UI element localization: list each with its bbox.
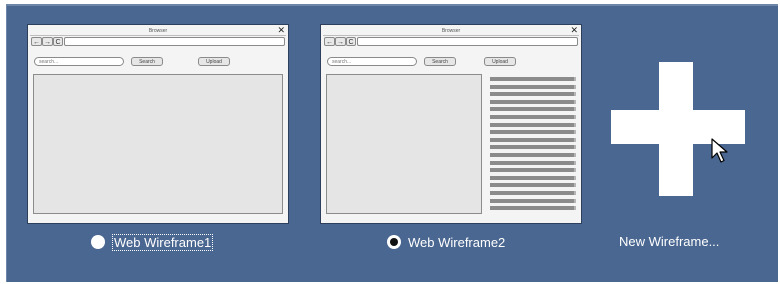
list-line [490, 92, 576, 97]
preview-navbar: ← → C [324, 37, 578, 47]
preview-content-area [33, 74, 283, 214]
forward-arrow-icon: → [42, 37, 53, 46]
list-line [490, 145, 576, 150]
close-icon: ✕ [277, 25, 285, 35]
wireframe-thumbnail-2[interactable]: Browser ✕ ← → C search... Search Upload [320, 24, 582, 224]
preview-search-button: Search [131, 57, 163, 66]
plus-icon[interactable] [611, 62, 745, 196]
preview-browser-title: Browser [441, 28, 461, 34]
preview-search-field: search... [327, 57, 417, 66]
preview-list [490, 77, 576, 214]
close-icon: ✕ [570, 25, 578, 35]
preview-titlebar: Browser ✕ [30, 25, 286, 36]
list-line [490, 130, 576, 135]
preview-navbar: ← → C [31, 37, 285, 47]
list-line [490, 77, 576, 81]
list-line [490, 107, 576, 112]
refresh-icon: C [53, 37, 63, 46]
list-line [490, 168, 576, 173]
new-wireframe-label[interactable]: New Wireframe... [619, 232, 719, 252]
wireframe-option-2[interactable]: Web Wireframe2 [387, 232, 505, 252]
radio-button[interactable] [91, 235, 105, 249]
wireframe-name: Web Wireframe1 [112, 233, 214, 251]
wireframe-gallery: Browser ✕ ← → C search... Search Upload … [6, 4, 778, 282]
preview-browser-title: Browser [148, 28, 168, 34]
refresh-icon: C [346, 37, 356, 46]
list-line [490, 198, 576, 203]
wireframe-thumbnail-1[interactable]: Browser ✕ ← → C search... Search Upload [27, 24, 289, 224]
preview-search-field: search... [34, 57, 124, 66]
list-line [490, 206, 576, 211]
list-line [490, 190, 576, 195]
wireframe-name: Web Wireframe2 [408, 234, 506, 250]
list-line [490, 84, 576, 89]
list-line [490, 122, 576, 127]
preview-search-button: Search [424, 57, 456, 66]
preview-upload-button: Upload [198, 57, 230, 66]
preview-titlebar: Browser ✕ [323, 25, 579, 36]
preview-url-bar [64, 37, 285, 46]
forward-arrow-icon: → [335, 37, 346, 46]
preview-content-area [326, 74, 482, 214]
list-line [490, 114, 576, 119]
back-arrow-icon: ← [324, 37, 335, 46]
preview-upload-button: Upload [484, 57, 516, 66]
mouse-pointer-icon [711, 138, 728, 163]
back-arrow-icon: ← [31, 37, 42, 46]
list-line [490, 183, 576, 188]
list-line [490, 137, 576, 142]
list-line [490, 160, 576, 165]
list-line [490, 152, 576, 157]
wireframe-option-1[interactable]: Web Wireframe1 [91, 232, 214, 252]
preview-url-bar [357, 37, 578, 46]
radio-button-selected[interactable] [387, 235, 401, 249]
list-line [490, 99, 576, 104]
list-line [490, 175, 576, 180]
